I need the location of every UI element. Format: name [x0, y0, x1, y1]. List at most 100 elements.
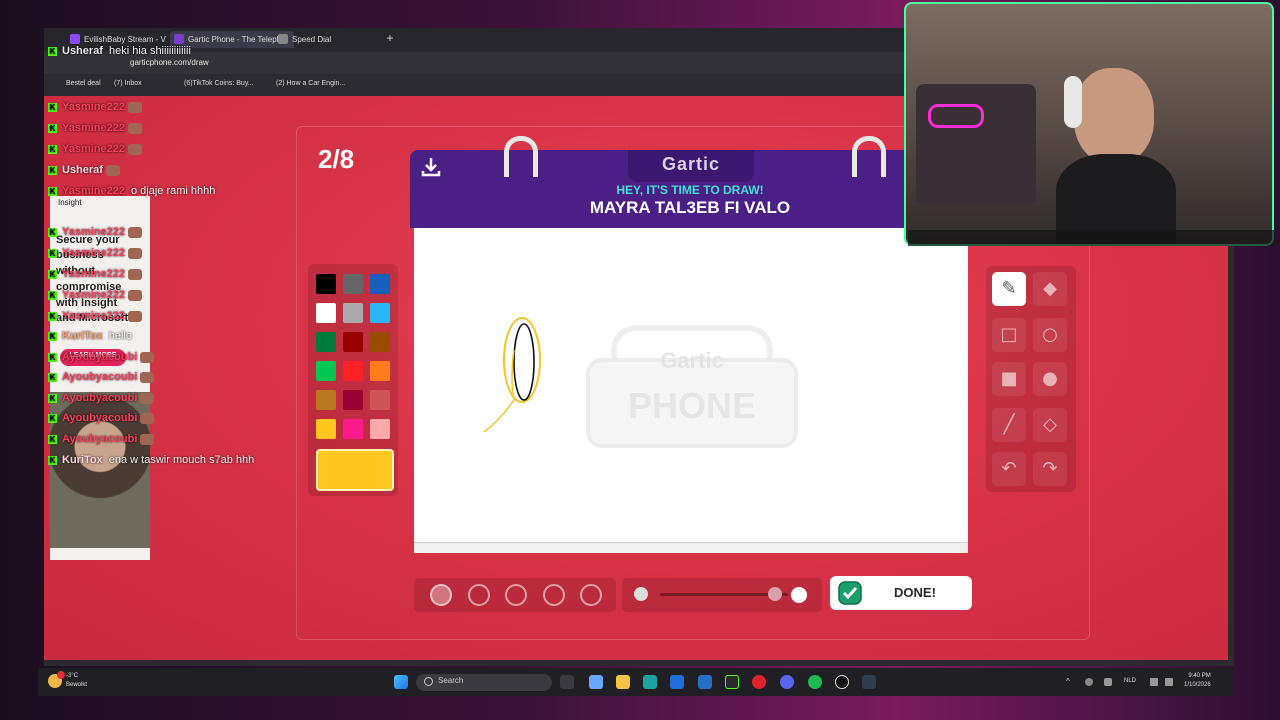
brush-size-1[interactable] — [430, 584, 452, 606]
tool-button[interactable]: ✎ — [992, 272, 1026, 306]
tool-button[interactable]: ◇ — [1033, 408, 1067, 442]
color-swatch[interactable] — [343, 419, 363, 439]
tool-button[interactable]: □ — [992, 318, 1026, 352]
weather-widget[interactable]: -3°C Bewolkt — [66, 672, 87, 690]
tool-button[interactable]: ↶ — [992, 452, 1026, 486]
color-swatch[interactable] — [343, 390, 363, 410]
chat-username: Yasmine222 — [62, 143, 125, 155]
color-swatch[interactable] — [343, 274, 363, 294]
color-swatch[interactable] — [316, 303, 336, 323]
color-swatch[interactable] — [316, 390, 336, 410]
chat-username: Ayoubyacoubi — [62, 351, 138, 363]
outlook-icon[interactable] — [698, 675, 712, 689]
chevron-up-icon[interactable]: ^ — [1066, 677, 1070, 686]
chat-message: K Yasmine222 — [48, 121, 142, 135]
tool-button[interactable]: ╱ — [992, 408, 1026, 442]
color-swatch[interactable] — [370, 390, 390, 410]
color-swatch[interactable] — [316, 274, 336, 294]
tool-button[interactable]: ◆ — [1033, 272, 1067, 306]
network-icon[interactable] — [1085, 678, 1093, 686]
chat-text: hello — [108, 330, 132, 342]
chat-message: K Yasmine222 — [48, 267, 142, 281]
gartic-icon — [174, 34, 184, 44]
chat-emote-icon — [128, 122, 142, 134]
calendar-icon[interactable] — [670, 675, 684, 689]
new-tab-plus-icon[interactable]: + — [384, 32, 396, 44]
opacity-slider-thumb[interactable] — [768, 587, 782, 601]
color-swatch[interactable] — [316, 332, 336, 352]
drawing-topic: MAYRA TAL3EB FI VALO — [589, 198, 791, 217]
brush-size-3[interactable] — [505, 584, 527, 606]
chat-message: K KuriTox ena w taswir mouch s7ab hhh — [48, 453, 254, 467]
obs-icon[interactable] — [835, 675, 849, 689]
bookmark-item[interactable]: (6)TikTok Coins: Buy... — [184, 80, 254, 87]
color-swatch[interactable] — [370, 303, 390, 323]
color-swatch[interactable] — [370, 419, 390, 439]
wifi-icon[interactable] — [1150, 678, 1158, 686]
chat-username: KuriTox — [62, 454, 103, 466]
color-swatch[interactable] — [370, 332, 390, 352]
chat-text: ena w taswir mouch s7ab hhh — [108, 454, 255, 466]
kick-badge-icon: K — [48, 248, 57, 258]
selected-color — [316, 449, 394, 491]
binder-ring — [504, 136, 538, 177]
taskbar — [38, 668, 1234, 696]
color-swatch[interactable] — [343, 332, 363, 352]
steam-icon[interactable] — [862, 675, 876, 689]
copilot-icon[interactable] — [589, 675, 603, 689]
search-icon — [424, 677, 433, 686]
kick-badge-icon: K — [48, 227, 57, 237]
tab-speed-dial[interactable]: Speed Dial — [274, 31, 378, 48]
taskbar-search[interactable] — [416, 674, 552, 691]
rectangle-fill-icon: ■ — [1000, 368, 1018, 389]
mic-icon[interactable] — [1104, 678, 1112, 686]
download-icon[interactable] — [420, 156, 442, 178]
color-swatch[interactable] — [370, 361, 390, 381]
color-swatch[interactable] — [343, 303, 363, 323]
taskbar-clock[interactable]: 9:40 PM 1/10/2026 — [1184, 672, 1211, 690]
chat-emote-icon — [128, 143, 142, 155]
chat-message: K Yasmine222 — [48, 142, 142, 156]
bookmark-item[interactable]: (2) How a Car Engin... — [276, 80, 345, 87]
done-label: DONE! — [894, 585, 936, 600]
tool-button[interactable]: ● — [1033, 362, 1067, 396]
webcam-bottom-bar — [908, 230, 1274, 246]
brush-size-2[interactable] — [468, 584, 490, 606]
start-icon[interactable] — [394, 675, 408, 689]
url-text[interactable]: garticphone.com/draw — [130, 56, 430, 70]
chat-text: o djaje rami hhhh — [131, 185, 216, 197]
weather-temp: -3°C — [66, 673, 79, 679]
chat-emote-icon — [140, 412, 155, 424]
chat-message: K Ayoubyacoubi — [48, 411, 155, 425]
opera-icon[interactable] — [752, 675, 766, 689]
color-swatch[interactable] — [343, 361, 363, 381]
kick-icon[interactable] — [725, 675, 739, 689]
canvas-edge — [414, 542, 968, 553]
kick-badge-icon: K — [48, 165, 57, 175]
tool-button[interactable]: ○ — [1033, 318, 1067, 352]
color-swatch[interactable] — [316, 419, 336, 439]
task-view-icon[interactable] — [560, 675, 574, 689]
color-swatch[interactable] — [316, 361, 336, 381]
kick-badge-icon: K — [48, 144, 57, 154]
brush-size-5[interactable] — [580, 584, 602, 606]
discord-icon[interactable] — [780, 675, 794, 689]
volume-icon[interactable] — [1165, 678, 1173, 686]
color-swatch[interactable] — [370, 274, 390, 294]
bookmark-item[interactable]: Bestel deal — [66, 80, 101, 87]
tool-button[interactable]: ↷ — [1033, 452, 1067, 486]
chat-emote-icon — [128, 226, 142, 238]
bookmark-item[interactable]: (7) Inbox — [114, 80, 142, 87]
chat-text: heki hia shiiiiiiiiiiii — [108, 45, 191, 57]
rectangle-outline-icon: □ — [1000, 324, 1018, 345]
brush-size-4[interactable] — [543, 584, 565, 606]
file-explorer-icon[interactable] — [616, 675, 630, 689]
kick-badge-icon: K — [48, 331, 57, 341]
spotify-icon[interactable] — [808, 675, 822, 689]
chat-emote-icon — [128, 289, 142, 301]
edge-icon[interactable] — [643, 675, 657, 689]
language-indicator[interactable]: NLD — [1124, 678, 1136, 684]
tab-label: Speed Dial — [292, 35, 332, 44]
kick-badge-icon: K — [48, 455, 57, 465]
tool-button[interactable]: ■ — [992, 362, 1026, 396]
